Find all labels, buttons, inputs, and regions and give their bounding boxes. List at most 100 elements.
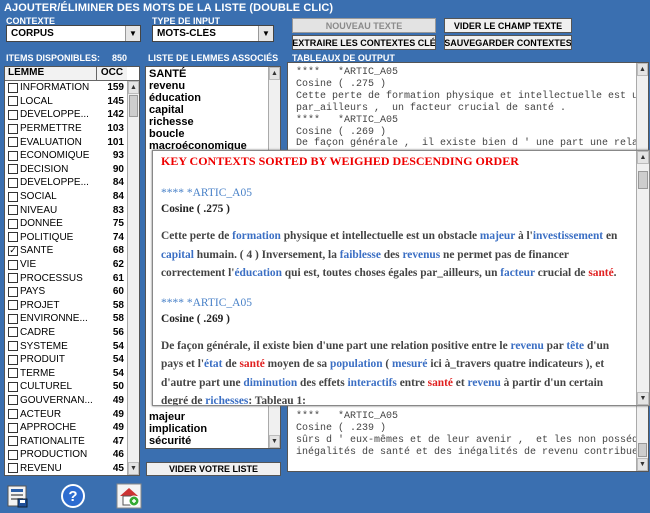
list-item[interactable]: capital [146, 104, 280, 116]
key-contexts-popup[interactable]: KEY CONTEXTS SORTED BY WEIGHED DESCENDIN… [152, 150, 650, 406]
table-row[interactable]: LOCAL 145 [5, 95, 139, 109]
vider-champ-texte-button[interactable]: VIDER LE CHAMP TEXTE [444, 18, 572, 33]
scroll-up-icon[interactable]: ▲ [128, 81, 139, 94]
help-icon[interactable]: ? [60, 483, 86, 509]
chevron-down-icon[interactable]: ▼ [258, 26, 273, 41]
row-checkbox[interactable] [8, 449, 18, 460]
row-checkbox[interactable] [8, 191, 18, 202]
row-checkbox[interactable] [8, 150, 18, 161]
list-item[interactable]: majeur [146, 411, 266, 423]
table-row[interactable]: PERMETTRE 103 [5, 122, 139, 136]
type-input-select[interactable]: MOTS-CLÉS ▼ [152, 25, 274, 42]
row-checkbox[interactable] [8, 286, 18, 297]
table-row[interactable]: APPROCHE 49 [5, 421, 139, 435]
table-row[interactable]: PROJET 58 [5, 299, 139, 313]
popup-scrollbar[interactable]: ▲ ▼ [636, 151, 649, 405]
home-icon[interactable] [116, 483, 142, 509]
row-checkbox[interactable] [8, 381, 18, 392]
lemma-scrollbar[interactable]: ▲ ▼ [127, 81, 139, 475]
list-item[interactable]: SANTÉ [146, 68, 280, 80]
row-checkbox[interactable] [8, 436, 18, 447]
table-row[interactable]: PRODUCTION 46 [5, 448, 139, 462]
context-cosine: Cosine ( .269 ) [161, 312, 230, 325]
chevron-down-icon[interactable]: ▼ [125, 26, 140, 41]
row-checkbox[interactable] [8, 300, 18, 311]
row-checkbox[interactable] [8, 109, 18, 120]
table-row[interactable]: DÉCISION 90 [5, 163, 139, 177]
table-row[interactable]: VIE 62 [5, 258, 139, 272]
table-row[interactable]: PRODUIT 54 [5, 353, 139, 367]
contexte-select[interactable]: CORPUS ▼ [6, 25, 141, 42]
table-row[interactable]: SYSTÈME 54 [5, 339, 139, 353]
table-row[interactable]: REVENU 45 [5, 462, 139, 475]
table-row[interactable]: ÉCONOMIQUE 93 [5, 149, 139, 163]
table-row[interactable]: TERME 54 [5, 366, 139, 380]
table-row[interactable]: PAYS 60 [5, 285, 139, 299]
row-checkbox[interactable] [8, 273, 18, 284]
lemme-cell: LOCAL [20, 95, 53, 107]
table-row[interactable]: DÉVELOPPE... 84 [5, 176, 139, 190]
row-checkbox[interactable] [8, 218, 18, 229]
row-checkbox[interactable] [8, 232, 18, 243]
table-row[interactable]: DONNÉE 75 [5, 217, 139, 231]
row-checkbox[interactable] [8, 395, 18, 406]
scroll-down-icon[interactable]: ▼ [128, 462, 139, 475]
list-item[interactable]: troisième [146, 447, 266, 448]
vider-votre-liste-button[interactable]: VIDER VOTRE LISTE [146, 462, 281, 476]
list-item[interactable]: implication [146, 423, 266, 435]
list-item[interactable]: sécurité [146, 435, 266, 447]
row-checkbox[interactable] [8, 463, 18, 474]
table-row[interactable]: CULTUREL 50 [5, 380, 139, 394]
scroll-up-icon[interactable]: ▲ [637, 63, 648, 76]
table-row[interactable]: RATIONALITÉ 47 [5, 434, 139, 448]
table-row[interactable]: NIVEAU 83 [5, 203, 139, 217]
nouveau-texte-button[interactable]: NOUVEAU TEXTE [292, 18, 436, 33]
table-row[interactable]: GOUVERNAN... 49 [5, 394, 139, 408]
table-row[interactable]: INDICATEUR45 [5, 475, 139, 476]
table-row[interactable]: ÉVALUATION 101 [5, 135, 139, 149]
scroll-up-icon[interactable]: ▲ [269, 67, 280, 80]
scroll-down-icon[interactable]: ▼ [269, 435, 280, 448]
list-item[interactable]: revenu [146, 80, 280, 92]
row-checkbox[interactable] [8, 205, 18, 216]
scroll-up-icon[interactable]: ▲ [637, 151, 649, 164]
row-checkbox[interactable] [8, 354, 18, 365]
table-row[interactable]: ACTEUR 49 [5, 407, 139, 421]
row-checkbox[interactable] [8, 327, 18, 338]
row-checkbox[interactable] [8, 341, 18, 352]
row-checkbox[interactable] [8, 177, 18, 188]
save-icon[interactable] [4, 483, 30, 509]
list-item[interactable]: boucle [146, 128, 280, 140]
scroll-down-icon[interactable]: ▼ [637, 392, 649, 405]
row-checkbox[interactable] [8, 259, 18, 270]
row-checkbox[interactable] [8, 164, 18, 175]
list-item[interactable]: éducation [146, 92, 280, 104]
row-checkbox[interactable] [8, 313, 18, 324]
row-checkbox[interactable] [8, 409, 18, 420]
lemme-column-header[interactable]: LEMME [5, 67, 97, 80]
row-checkbox[interactable]: ✓ [8, 245, 18, 256]
table-row[interactable]: SOCIAL 84 [5, 190, 139, 204]
table-row[interactable]: PROCESSUS 61 [5, 271, 139, 285]
scroll-thumb[interactable] [638, 171, 648, 189]
scroll-thumb[interactable] [129, 95, 138, 117]
table-row[interactable]: ✓ SANTÉ 68 [5, 244, 139, 258]
list-item[interactable]: richesse [146, 116, 280, 128]
scroll-down-icon[interactable]: ▼ [637, 458, 648, 471]
row-checkbox[interactable] [8, 123, 18, 134]
row-checkbox[interactable] [8, 96, 18, 107]
occ-column-header[interactable]: OCC [97, 67, 127, 80]
extraire-contextes-button[interactable]: EXTRAIRE LES CONTEXTES CLÉ [292, 35, 436, 50]
lemma-table[interactable]: LEMME OCC INFORMATION 159 LOCAL 145 DÉVELOPP… [4, 66, 140, 476]
table-row[interactable]: POLITIQUE 74 [5, 231, 139, 245]
row-checkbox[interactable] [8, 137, 18, 148]
row-checkbox[interactable] [8, 368, 18, 379]
table-row[interactable]: ENVIRONNE... 58 [5, 312, 139, 326]
table-row[interactable]: CADRE 56 [5, 326, 139, 340]
scroll-thumb[interactable] [638, 443, 647, 457]
row-checkbox[interactable] [8, 422, 18, 433]
row-checkbox[interactable] [8, 82, 18, 93]
sauvegarder-contextes-button[interactable]: SAUVEGARDER CONTEXTES [444, 35, 572, 50]
table-row[interactable]: INFORMATION 159 [5, 81, 139, 95]
table-row[interactable]: DÉVELOPPE... 142 [5, 108, 139, 122]
